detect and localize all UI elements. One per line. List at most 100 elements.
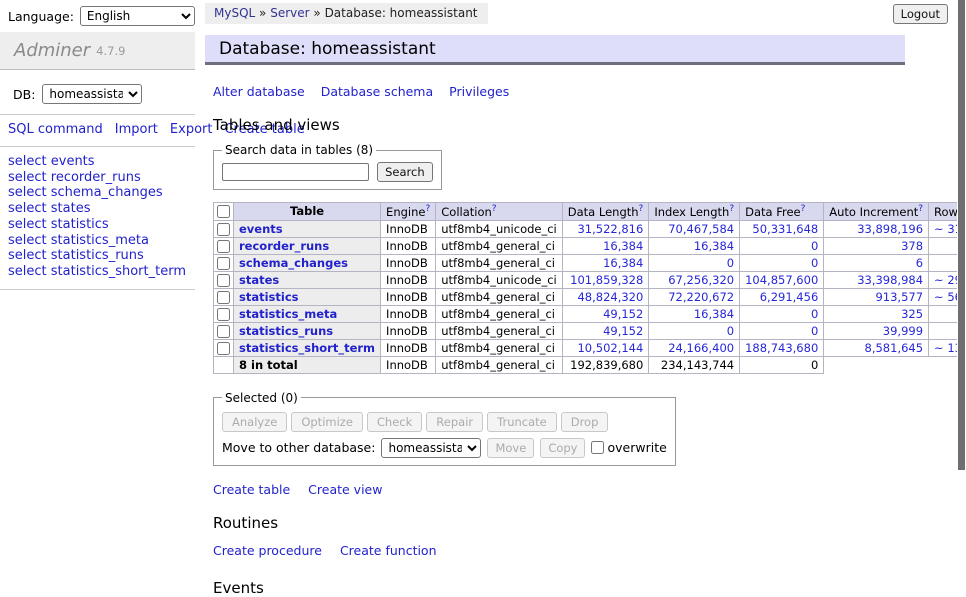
- sidebar-select-statistics-meta[interactable]: select statistics_meta: [8, 233, 195, 249]
- table-row: statistics_runsInnoDButf8mb4_general_ci4…: [214, 322, 966, 339]
- sidebar-select-states[interactable]: select states: [8, 201, 195, 217]
- optimize-button[interactable]: Optimize: [291, 412, 363, 432]
- auto-increment-cell: 39,999: [824, 322, 929, 339]
- table-link-statistics[interactable]: statistics: [239, 290, 299, 304]
- sidebar-actions: SQL commandImportExportCreate table: [0, 115, 180, 146]
- scrollbar[interactable]: [957, 0, 966, 543]
- link-create-procedure[interactable]: Create procedure: [213, 543, 322, 558]
- main-content: MySQL » Server » Database: homeassistant…: [205, 0, 905, 597]
- link-alter-database[interactable]: Alter database: [213, 84, 305, 99]
- sidebar-link-import[interactable]: Import: [115, 122, 158, 137]
- auto-increment-cell: 325: [824, 305, 929, 322]
- sidebar-select-statistics-runs[interactable]: select statistics_runs: [8, 248, 195, 264]
- check-button[interactable]: Check: [367, 412, 422, 432]
- copy-button[interactable]: Copy: [540, 438, 585, 458]
- sidebar-select-statistics-short-term[interactable]: select statistics_short_term: [8, 264, 195, 280]
- table-link-events[interactable]: events: [239, 222, 283, 236]
- total-row: 8 in totalInnoDButf8mb4_general_ci192,83…: [214, 356, 966, 373]
- sidebar-divider: [0, 289, 195, 290]
- help-icon[interactable]: ?: [492, 204, 497, 214]
- row-checkbox-statistics-meta[interactable]: [217, 308, 230, 321]
- db-select-row: DB: homeassistant: [0, 70, 195, 114]
- move-database-select[interactable]: homeassistant: [381, 438, 481, 458]
- auto-increment-cell: 33,898,196: [824, 220, 929, 237]
- row-checkbox-statistics[interactable]: [217, 291, 230, 304]
- row-checkbox-statistics-runs[interactable]: [217, 325, 230, 338]
- overwrite-option: overwrite: [591, 440, 666, 455]
- table-link-statistics-short-term[interactable]: statistics_short_term: [239, 341, 375, 355]
- table-name-cell: statistics_meta: [234, 305, 381, 322]
- select-all-checkbox[interactable]: [217, 205, 230, 218]
- help-icon[interactable]: ?: [918, 204, 923, 214]
- table-link-statistics-meta[interactable]: statistics_meta: [239, 307, 337, 321]
- help-icon[interactable]: ?: [425, 204, 430, 214]
- column-header-engine: Engine?: [381, 203, 436, 221]
- row-checkbox-recorder-runs[interactable]: [217, 240, 230, 253]
- link-create-table[interactable]: Create table: [213, 482, 290, 497]
- row-select-cell: [214, 220, 234, 237]
- move-button[interactable]: Move: [487, 438, 534, 458]
- search-button[interactable]: Search: [377, 162, 433, 182]
- row-checkbox-schema-changes[interactable]: [217, 257, 230, 270]
- breadcrumb-server-link[interactable]: Server: [270, 6, 309, 20]
- sidebar-select-statistics[interactable]: select statistics: [8, 217, 195, 233]
- table-name-cell: states: [234, 271, 381, 288]
- row-checkbox-events[interactable]: [217, 223, 230, 236]
- collation-cell: utf8mb4_unicode_ci: [436, 220, 563, 237]
- table-link-states[interactable]: states: [239, 273, 279, 287]
- link-database-schema[interactable]: Database schema: [321, 84, 433, 99]
- data-free-cell: 0: [740, 322, 824, 339]
- index-length-cell: 16,384: [649, 237, 740, 254]
- data-length-cell: 101,859,328: [562, 271, 649, 288]
- move-row: Move to other database: homeassistant Mo…: [222, 438, 667, 458]
- help-icon[interactable]: ?: [801, 204, 806, 214]
- index-length-cell: 16,384: [649, 305, 740, 322]
- row-select-cell: [214, 271, 234, 288]
- logout-button[interactable]: Logout: [893, 4, 948, 24]
- database-action-links: Alter database Database schema Privileges: [213, 84, 905, 99]
- table-link-schema-changes[interactable]: schema_changes: [239, 256, 348, 270]
- table-name-cell: recorder_runs: [234, 237, 381, 254]
- index-length-cell: 24,166,400: [649, 339, 740, 356]
- drop-button[interactable]: Drop: [561, 412, 609, 432]
- row-checkbox-states[interactable]: [217, 274, 230, 287]
- engine-cell: InnoDB: [381, 288, 436, 305]
- scrollbar-thumb[interactable]: [958, 0, 965, 470]
- help-icon[interactable]: ?: [639, 204, 644, 214]
- link-privileges[interactable]: Privileges: [449, 84, 509, 99]
- row-checkbox-statistics-short-term[interactable]: [217, 342, 230, 355]
- analyze-button[interactable]: Analyze: [222, 412, 287, 432]
- data-length-cell: 16,384: [562, 254, 649, 271]
- table-link-recorder-runs[interactable]: recorder_runs: [239, 239, 329, 253]
- total-data-length-cell: 192,839,680: [562, 356, 649, 373]
- total-empty-cell: [214, 356, 234, 373]
- language-row: Language: English: [0, 0, 195, 26]
- data-free-cell: 6,291,456: [740, 288, 824, 305]
- language-select[interactable]: English: [80, 6, 195, 26]
- collation-cell: utf8mb4_general_ci: [436, 339, 563, 356]
- help-icon[interactable]: ?: [729, 204, 734, 214]
- sidebar-link-sql-command[interactable]: SQL command: [8, 122, 103, 137]
- repair-button[interactable]: Repair: [426, 412, 483, 432]
- overwrite-checkbox[interactable]: [591, 441, 604, 454]
- sidebar-select-recorder-runs[interactable]: select recorder_runs: [8, 170, 195, 186]
- table-name-cell: statistics_short_term: [234, 339, 381, 356]
- sidebar-select-events[interactable]: select events: [8, 154, 195, 170]
- link-create-function[interactable]: Create function: [340, 543, 437, 558]
- sidebar-select-schema-changes[interactable]: select schema_changes: [8, 185, 195, 201]
- db-select[interactable]: homeassistant: [42, 84, 142, 104]
- table-link-statistics-runs[interactable]: statistics_runs: [239, 324, 333, 338]
- tables-section-title: Tables and views: [213, 116, 905, 134]
- events-section-title: Events: [213, 579, 905, 597]
- column-header-index-length: Index Length?: [649, 203, 740, 221]
- breadcrumb-mysql-link[interactable]: MySQL: [214, 6, 255, 20]
- page-title: Database: homeassistant: [219, 39, 436, 59]
- index-length-cell: 0: [649, 322, 740, 339]
- create-links: Create table Create view: [213, 482, 905, 497]
- engine-cell: InnoDB: [381, 305, 436, 322]
- truncate-button[interactable]: Truncate: [487, 412, 557, 432]
- data-free-cell: 50,331,648: [740, 220, 824, 237]
- search-input[interactable]: [222, 163, 369, 181]
- link-create-view[interactable]: Create view: [308, 482, 382, 497]
- data-length-cell: 49,152: [562, 322, 649, 339]
